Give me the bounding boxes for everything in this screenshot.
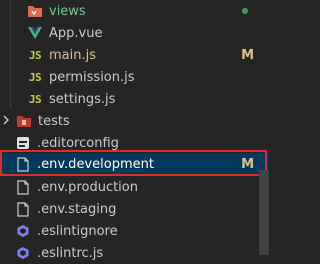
file-icon	[15, 156, 31, 172]
eslint-icon	[15, 245, 31, 261]
javascript-file-icon: JS	[28, 48, 42, 62]
tree-item-label: tests	[38, 113, 70, 129]
tree-item-env-production[interactable]: .env.production	[0, 176, 269, 198]
tree-item-settings-js[interactable]: JS settings.js	[0, 88, 269, 110]
tree-item-label: .editorconfig	[37, 135, 119, 151]
tree-item-eslintignore[interactable]: .eslintignore	[0, 220, 269, 242]
tree-item-main-js[interactable]: JS main.js M	[0, 44, 269, 66]
git-modified-badge: M	[241, 156, 254, 172]
eslint-icon	[15, 223, 31, 239]
tree-item-label: .env.development	[37, 156, 154, 172]
vue-file-icon	[27, 25, 43, 41]
tree-item-permission-js[interactable]: JS permission.js	[0, 66, 269, 88]
tree-item-label: .env.staging	[37, 201, 117, 217]
git-status-dot	[242, 8, 248, 14]
tree-item-tests-folder[interactable]: tests	[0, 110, 269, 132]
file-icon	[15, 179, 31, 195]
tree-item-label: App.vue	[49, 25, 103, 41]
tree-item-label: .eslintignore	[37, 223, 118, 239]
tree-item-editorconfig[interactable]: .editorconfig	[0, 132, 269, 154]
git-modified-badge: M	[241, 47, 254, 63]
tree-item-label: permission.js	[49, 69, 135, 85]
folder-icon	[27, 3, 43, 19]
tree-item-env-staging[interactable]: .env.staging	[0, 198, 269, 220]
tree-item-app-vue[interactable]: App.vue	[0, 22, 269, 44]
tree-item-label: .eslintrc.js	[37, 245, 104, 261]
javascript-file-icon: JS	[28, 70, 42, 84]
tree-item-label: .env.production	[37, 179, 138, 195]
javascript-file-icon: JS	[28, 92, 42, 106]
tree-item-env-development[interactable]: .env.development M	[0, 153, 269, 175]
vertical-scrollbar[interactable]	[259, 170, 269, 255]
file-icon	[15, 201, 31, 217]
tree-item-views-folder[interactable]: views	[0, 0, 269, 22]
file-explorer-tree: views App.vue JS main.js M JS permission…	[0, 0, 269, 261]
tree-item-label: main.js	[49, 47, 96, 63]
tree-item-label: settings.js	[49, 91, 116, 107]
chevron-right-icon[interactable]	[2, 114, 14, 129]
editorconfig-icon	[15, 135, 31, 151]
tree-item-eslintrc-js[interactable]: .eslintrc.js	[0, 242, 269, 264]
test-folder-icon	[16, 113, 32, 129]
tree-item-label: views	[49, 3, 86, 19]
